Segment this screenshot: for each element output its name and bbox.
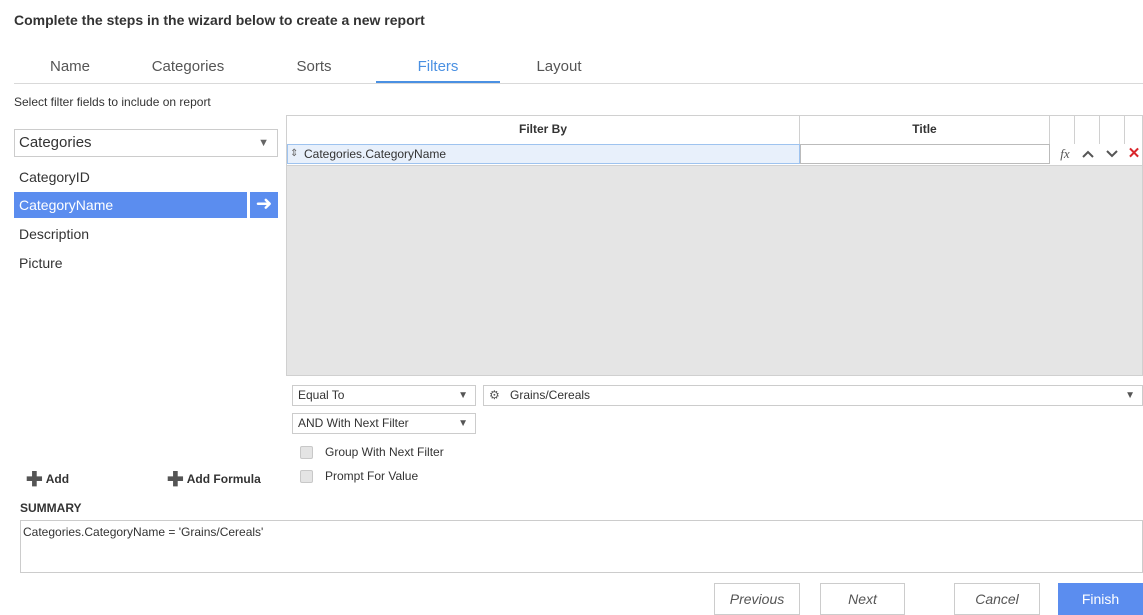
table-select-value: Categories [19,134,92,151]
cancel-button[interactable]: Cancel [954,583,1040,615]
field-item[interactable]: CategoryID [14,164,247,190]
header-spacer [1075,116,1100,144]
chevron-down-icon[interactable] [1101,144,1123,164]
filter-grid: Filter By Title ⇕ Categories.CategoryNam… [286,115,1143,376]
conjunction-select[interactable]: AND With Next Filter ▼ [292,413,476,434]
arrow-right-icon: ➜ [255,193,273,215]
prompt-for-value-label: Prompt For Value [325,469,419,483]
add-button[interactable]: ✚ Add [26,470,70,490]
chevron-up-icon[interactable] [1077,144,1099,164]
add-field-arrow-button[interactable]: ➜ [250,192,278,218]
operator-select[interactable]: Equal To ▼ [292,385,476,406]
header-filter-by: Filter By [287,116,800,144]
add-formula-button[interactable]: ✚ Add Formula [167,470,261,490]
group-with-next-label: Group With Next Filter [325,445,444,459]
header-title: Title [800,116,1050,144]
wizard-title: Complete the steps in the wizard below t… [14,12,425,28]
next-button[interactable]: Next [820,583,905,615]
tab-filters[interactable]: Filters [376,50,500,83]
header-spacer [1050,116,1075,144]
tab-name[interactable]: Name [35,50,105,82]
wizard-tabs: Name Categories Sorts Filters Layout [14,50,1143,84]
header-spacer [1100,116,1125,144]
previous-button[interactable]: Previous [714,583,800,615]
tab-sorts[interactable]: Sorts [279,50,349,82]
sort-handle-icon[interactable]: ⇕ [290,145,298,163]
tab-categories[interactable]: Categories [142,50,234,82]
close-icon[interactable]: ✕ [1125,144,1143,164]
add-formula-label: Add Formula [186,472,261,486]
row-filter-by[interactable]: ⇕ Categories.CategoryName [287,144,800,164]
dropdown-arrow-icon: ▼ [458,418,468,429]
formula-icon[interactable]: fx [1055,144,1075,164]
plus-icon: ✚ [26,468,43,491]
operator-value: Equal To [298,388,345,402]
prompt-for-value-option: Prompt For Value [300,469,419,484]
finish-button[interactable]: Finish [1058,583,1143,615]
group-with-next-checkbox[interactable] [300,446,313,460]
dropdown-arrow-icon: ▼ [258,137,269,149]
grid-row: ⇕ Categories.CategoryName fx ✕ [287,144,1142,166]
field-item[interactable]: Picture [14,250,247,276]
table-select[interactable]: Categories ▼ [14,129,278,157]
field-item-selected[interactable]: CategoryName [14,192,247,218]
dropdown-arrow-icon: ▼ [458,390,468,401]
grid-header: Filter By Title [287,116,1142,145]
row-title-input[interactable] [800,144,1050,164]
summary-label: SUMMARY [20,501,82,515]
row-filter-by-value: Categories.CategoryName [304,147,447,161]
tab-layout[interactable]: Layout [524,50,594,82]
prompt-for-value-checkbox[interactable] [300,470,313,484]
gear-icon[interactable]: ⚙ [489,386,500,405]
add-label: Add [45,472,70,486]
dropdown-arrow-icon: ▼ [1125,390,1135,401]
fields-hint: Select filter fields to include on repor… [14,95,211,109]
summary-textbox[interactable]: Categories.CategoryName = 'Grains/Cereal… [20,520,1143,573]
filter-value-select[interactable]: ⚙ Grains/Cereals ▼ [483,385,1143,406]
field-item[interactable]: Description [14,221,247,247]
filter-value: Grains/Cereals [510,388,591,402]
plus-icon: ✚ [167,468,184,491]
group-with-next-option: Group With Next Filter [300,445,444,460]
conjunction-value: AND With Next Filter [298,416,409,430]
